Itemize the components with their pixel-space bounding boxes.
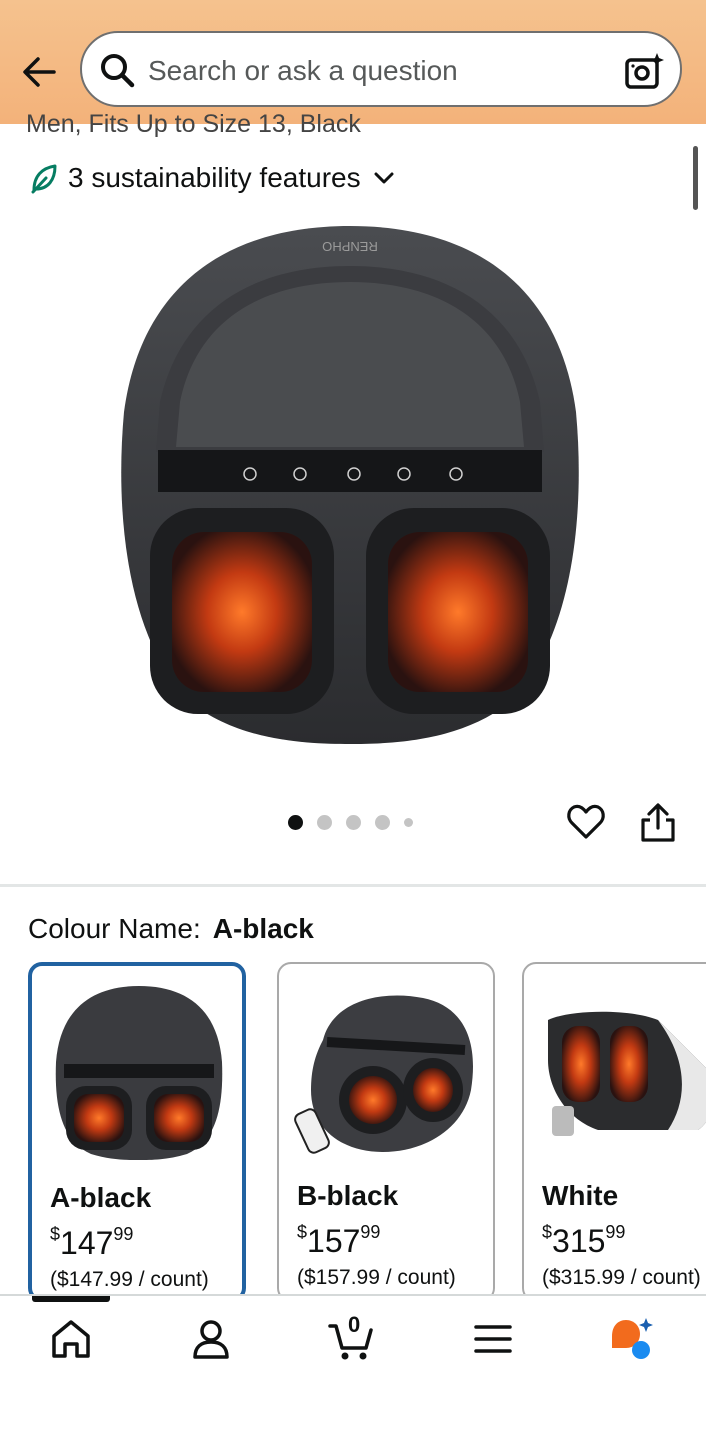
camera-search-icon[interactable]: [624, 51, 664, 91]
carousel-dot[interactable]: [346, 815, 361, 830]
search-bar[interactable]: [80, 31, 682, 107]
section-divider: [0, 884, 706, 887]
price-dollars: 157: [307, 1223, 361, 1259]
swatch-name: B-black: [297, 1180, 399, 1211]
home-icon[interactable]: [48, 1316, 94, 1362]
leaf-icon: [31, 164, 57, 194]
colour-swatch-b-black[interactable]: B-black $15799 ($157.99 / count): [277, 962, 495, 1294]
cart-button[interactable]: 0: [328, 1312, 374, 1362]
carousel-dot[interactable]: [404, 818, 413, 827]
product-image[interactable]: RENPHO: [110, 222, 590, 748]
swatch-unit-price: ($315.99 / count): [542, 1266, 701, 1289]
swatch-name: White: [542, 1180, 619, 1211]
search-input[interactable]: [148, 51, 608, 91]
colour-swatch-a-black[interactable]: A-black $14799 ($147.99 / count): [28, 962, 246, 1294]
swatch-image: [55, 986, 223, 1160]
back-arrow-icon[interactable]: [18, 50, 62, 94]
search-icon: [101, 54, 135, 88]
price-dollars: 147: [60, 1225, 114, 1261]
swatch-name: A-black: [50, 1182, 152, 1213]
header-bar: [0, 0, 706, 124]
brand-mark: RENPHO: [322, 239, 378, 254]
colour-swatch-white[interactable]: White $31599 ($315.99 / count): [522, 962, 706, 1294]
price-cents: 99: [360, 1222, 381, 1242]
chevron-down-icon: [374, 172, 394, 184]
swatch-price: $14799: [50, 1224, 134, 1261]
carousel-dot[interactable]: [317, 815, 332, 830]
account-icon[interactable]: [188, 1316, 234, 1362]
page-scrollbar[interactable]: [693, 146, 698, 210]
active-tab-indicator: [32, 1296, 110, 1302]
price-dollars: 315: [552, 1223, 606, 1259]
price-cents: 99: [113, 1224, 134, 1244]
bottom-navigation: 0: [0, 1294, 706, 1440]
rufus-assistant-icon[interactable]: [608, 1316, 654, 1362]
colour-label: Colour Name:: [28, 913, 201, 944]
product-title-partial: Men, Fits Up to Size 13, Black: [26, 110, 361, 138]
carousel-dot[interactable]: [375, 815, 390, 830]
sustainability-label: 3 sustainability features: [68, 162, 361, 193]
swatch-price: $15799: [297, 1222, 381, 1259]
colour-name-line: Colour Name: A-black: [28, 913, 314, 945]
carousel-dot-active[interactable]: [288, 815, 303, 830]
heart-icon[interactable]: [566, 802, 606, 842]
colour-swatch-list[interactable]: A-black $14799 ($147.99 / count) B-black…: [0, 960, 706, 1294]
swatch-price: $31599: [542, 1222, 626, 1259]
sustainability-features[interactable]: 3 sustainability features: [30, 162, 397, 194]
swatch-unit-price: ($147.99 / count): [50, 1268, 209, 1291]
cart-count: 0: [348, 1312, 361, 1337]
swatch-unit-price: ($157.99 / count): [297, 1266, 456, 1289]
colour-selected-value: A-black: [212, 913, 314, 944]
swatch-image: [294, 995, 473, 1154]
image-carousel-dots[interactable]: [288, 815, 413, 830]
swatch-image: [548, 1011, 706, 1136]
price-cents: 99: [605, 1222, 626, 1242]
share-icon[interactable]: [638, 802, 678, 844]
menu-icon[interactable]: [470, 1316, 516, 1362]
